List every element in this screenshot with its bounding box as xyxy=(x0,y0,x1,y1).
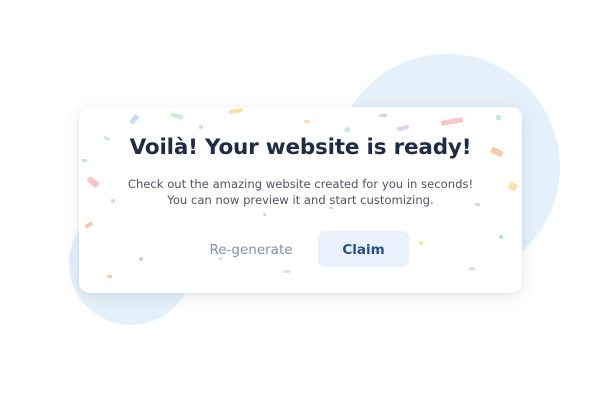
dialog-message: Check out the amazing website created fo… xyxy=(79,176,522,208)
claim-button[interactable]: Claim xyxy=(318,231,409,267)
regenerate-button[interactable]: Re-generate xyxy=(193,231,309,267)
website-ready-dialog: Voilà! Your website is ready! Check out … xyxy=(79,107,522,293)
page-background: Voilà! Your website is ready! Check out … xyxy=(0,0,601,400)
dialog-title: Voilà! Your website is ready! xyxy=(129,135,472,160)
dialog-message-line-2: You can now preview it and start customi… xyxy=(167,193,434,207)
dialog-message-line-1: Check out the amazing website created fo… xyxy=(127,177,474,191)
